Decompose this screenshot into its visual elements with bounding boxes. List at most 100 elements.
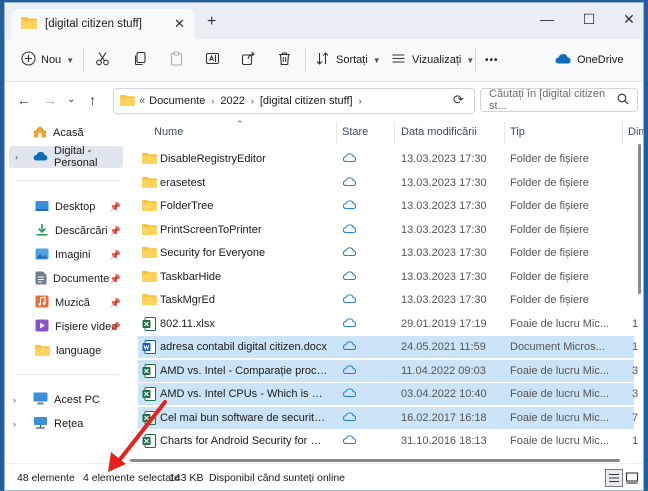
sidebar-item-this-pc[interactable]: › Acest PC xyxy=(5,389,125,411)
sidebar-item-downloads[interactable]: Descărcări 📌 xyxy=(5,220,125,242)
chevron-down-icon: ▼ xyxy=(372,55,381,65)
breadcrumb-2022[interactable]: 2022 xyxy=(220,95,244,107)
file-row[interactable]: DisableRegistryEditor 13.03.2023 17:30 Fol… xyxy=(138,148,634,170)
onedrive-button[interactable]: OneDrive xyxy=(555,39,623,81)
sidebar-item-label: Acest PC xyxy=(54,394,100,406)
folder-icon xyxy=(120,94,135,109)
file-type: Folder de fișiere xyxy=(510,270,589,283)
file-row[interactable]: FolderTree 13.03.2023 17:30 Folder de fiși… xyxy=(138,195,634,217)
excel-icon xyxy=(142,316,156,334)
file-size: 1 xyxy=(632,435,639,447)
tab-digital-citizen-stuff[interactable]: [digital citizen stuff] ✕ xyxy=(11,9,195,39)
column-divider[interactable] xyxy=(504,122,505,144)
column-divider[interactable] xyxy=(394,122,395,144)
file-type: Folder de fișiere xyxy=(510,294,589,306)
chevron-right-icon[interactable]: › xyxy=(13,419,16,429)
column-header-status[interactable]: Stare xyxy=(342,126,368,138)
column-divider[interactable] xyxy=(622,122,623,144)
new-button[interactable]: Nou ▼ xyxy=(21,39,74,81)
rename-button[interactable] xyxy=(205,39,220,81)
details-view-button[interactable] xyxy=(605,469,623,487)
cloud-status-icon xyxy=(343,411,359,424)
horizontal-scrollbar[interactable] xyxy=(130,459,620,462)
file-row[interactable]: TaskbarHide 13.03.2023 17:30 Folder de fiș… xyxy=(138,266,634,288)
file-date: 03.04.2022 10:40 xyxy=(401,388,487,400)
file-row[interactable]: Charts for Android Security for Everyone… xyxy=(138,430,638,452)
column-header-row: ⌃ Nume Stare Data modificării Tip Dimens… xyxy=(126,120,643,144)
sidebar-item-music[interactable]: Muzică 📌 xyxy=(5,292,125,314)
refresh-icon[interactable]: ⟳ xyxy=(453,92,464,108)
vertical-scrollbar[interactable] xyxy=(638,144,641,294)
pictures-icon xyxy=(35,248,49,263)
sidebar-item-network[interactable]: › Rețea xyxy=(5,413,125,435)
file-row[interactable]: adresa contabil digital citizen.docx 24.0… xyxy=(138,336,638,358)
view-button[interactable]: Vizualizați ▼ xyxy=(391,39,474,81)
close-window-button[interactable]: ✕ xyxy=(619,11,639,28)
tab-close-icon[interactable]: ✕ xyxy=(174,16,185,32)
file-row[interactable]: TaskMgrEd 13.03.2023 17:30 Folder de fișie… xyxy=(138,289,634,311)
copy-button[interactable] xyxy=(133,39,148,81)
address-bar[interactable]: « Documente › 2022 › [digital citizen st… xyxy=(113,88,475,114)
file-type: Folder de fișiere xyxy=(510,247,589,259)
chevron-right-icon[interactable]: › xyxy=(13,395,16,405)
excel-icon xyxy=(142,363,156,381)
file-row[interactable]: AMD vs. Intel - Comparație procesoare.xl… xyxy=(138,359,638,382)
item-count: 48 elemente xyxy=(17,472,75,484)
folder-icon xyxy=(142,176,157,191)
sidebar-item-documents[interactable]: Documente 📌 xyxy=(5,268,125,290)
file-row[interactable]: erasetest 13.03.2023 17:30 Folder de fișie… xyxy=(138,172,634,194)
sort-label: Sortați xyxy=(336,54,368,66)
file-name: adresa contabil digital citizen.docx xyxy=(160,341,327,353)
sidebar-item-videos[interactable]: Fișiere video 📌 xyxy=(5,316,125,338)
scissors-icon xyxy=(95,51,110,69)
sidebar-item-language[interactable]: language xyxy=(5,340,125,362)
more-options-button[interactable]: ••• xyxy=(485,39,499,81)
share-button[interactable] xyxy=(241,39,256,81)
file-name: Security for Everyone xyxy=(160,247,266,259)
file-row[interactable]: 802.11.xlsx 29.01.2019 17:19 Foaie de lucr… xyxy=(138,313,638,335)
column-header-size[interactable]: Dimensi xyxy=(628,126,643,138)
paste-button[interactable] xyxy=(169,39,184,81)
breadcrumb-documente[interactable]: Documente xyxy=(149,95,205,107)
file-type: Foaie de lucru Mic... xyxy=(510,411,610,424)
cloud-status-icon xyxy=(343,200,359,212)
excel-icon xyxy=(142,410,156,428)
folder-icon xyxy=(142,293,157,308)
column-divider[interactable] xyxy=(336,122,337,144)
chevron-right-icon[interactable]: › xyxy=(15,152,18,162)
forward-arrow-icon[interactable]: → xyxy=(43,92,57,108)
recent-chevron-icon[interactable]: ⌄ xyxy=(67,94,75,105)
file-row[interactable]: Security for Everyone 13.03.2023 17:30 Fol… xyxy=(138,242,634,264)
file-row[interactable]: Cel mai bun software de securitate pentr… xyxy=(138,406,638,429)
search-box[interactable]: Căutați în [digital citizen st... xyxy=(480,88,638,112)
sort-button[interactable]: Sortați ▼ xyxy=(315,39,381,81)
file-row[interactable]: PrintScreenToPrinter 13.03.2023 17:30 Fold… xyxy=(138,219,634,241)
file-type: Foaie de lucru Mic... xyxy=(510,435,610,447)
cloud-status-icon xyxy=(343,294,359,306)
column-header-date[interactable]: Data modificării xyxy=(401,126,477,138)
cloud-status-icon xyxy=(343,341,359,353)
delete-button[interactable] xyxy=(277,39,292,81)
new-tab-button[interactable]: + xyxy=(207,13,216,31)
sort-icon xyxy=(315,51,330,69)
column-header-name[interactable]: Nume xyxy=(154,126,183,138)
sidebar-item-pictures[interactable]: Imagini 📌 xyxy=(5,244,125,266)
breadcrumb-current-folder[interactable]: [digital citizen stuff] xyxy=(260,95,353,107)
search-placeholder: Căutați în [digital citizen st... xyxy=(489,88,606,112)
sidebar-item-digital-personal[interactable]: › Digital - Personal xyxy=(9,145,123,169)
up-arrow-icon[interactable]: ↑ xyxy=(89,92,96,108)
cloud-status-icon xyxy=(343,364,359,377)
file-name: Charts for Android Security for Everyone… xyxy=(160,435,328,447)
sidebar-item-home[interactable]: Acasă xyxy=(5,122,125,144)
maximize-button[interactable]: ☐ xyxy=(579,11,599,28)
pin-icon: 📌 xyxy=(109,201,121,212)
breadcrumb-overflow[interactable]: « xyxy=(139,95,145,107)
tiles-view-button[interactable] xyxy=(623,469,641,487)
file-size: 3 xyxy=(632,364,639,377)
column-header-type[interactable]: Tip xyxy=(510,126,525,138)
back-arrow-icon[interactable]: ← xyxy=(17,92,31,108)
file-row[interactable]: AMD vs. Intel CPUs - Which is better.xls… xyxy=(138,383,638,405)
minimize-button[interactable]: — xyxy=(537,11,557,27)
cut-button[interactable] xyxy=(95,39,110,81)
sidebar-item-desktop[interactable]: Desktop 📌 xyxy=(5,196,125,218)
